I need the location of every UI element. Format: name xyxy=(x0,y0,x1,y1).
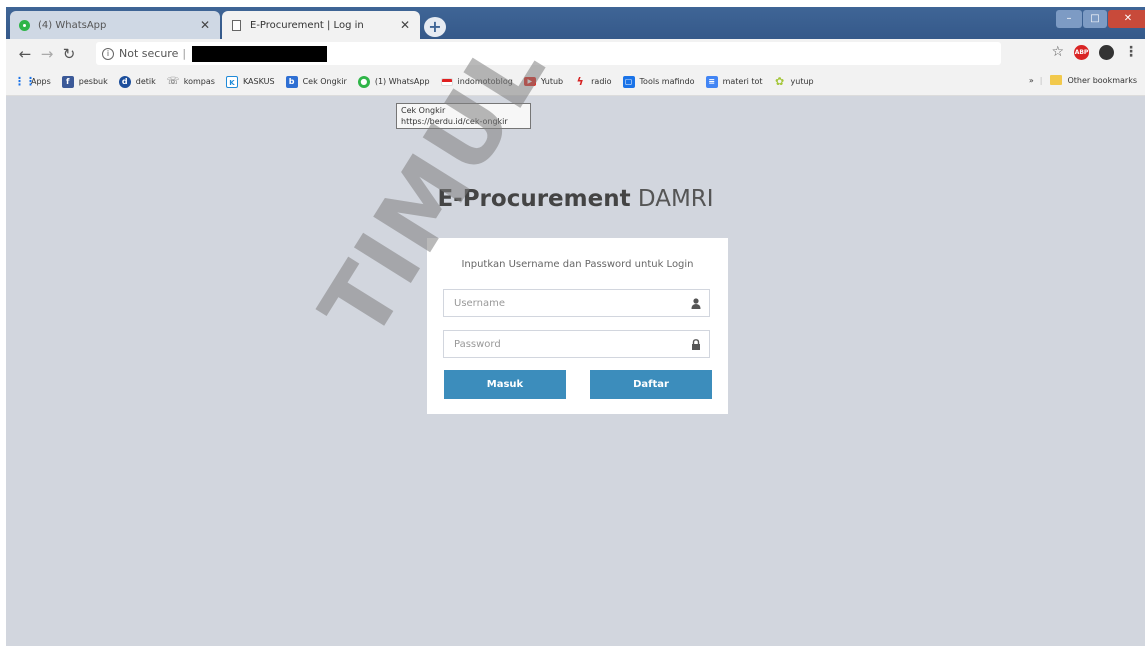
page-content: E-Procurement DAMRI Inputkan Username da… xyxy=(6,96,1145,646)
bookmark-tooltip: Cek Ongkir https://berdu.id/cek-ongkir xyxy=(396,103,531,129)
tab-close-icon[interactable]: ✕ xyxy=(198,18,212,32)
new-tab-button[interactable]: + xyxy=(424,17,446,37)
back-arrow-icon[interactable]: ← xyxy=(14,45,36,63)
address-toolbar: ← → ↻ i Not secure | ☆ ABP ⋮ xyxy=(6,39,1145,68)
adblock-icon[interactable]: ABP xyxy=(1074,44,1089,60)
password-input[interactable] xyxy=(444,331,709,357)
star-bookmark-icon[interactable]: ☆ xyxy=(1051,44,1064,60)
bookmarks-right: » | Other bookmarks xyxy=(1029,75,1137,85)
password-field xyxy=(443,330,710,358)
login-button[interactable]: Masuk xyxy=(444,370,566,399)
youtube-icon: ▶ xyxy=(523,77,536,86)
bookmarks-overflow-button[interactable]: » xyxy=(1029,76,1034,85)
kompas-icon: ☏ xyxy=(166,75,180,87)
username-field xyxy=(443,289,710,317)
user-icon xyxy=(691,298,701,309)
whatsapp-icon xyxy=(18,19,30,31)
login-box: Inputkan Username dan Password untuk Log… xyxy=(427,238,728,414)
tab-title: (4) WhatsApp xyxy=(38,19,107,31)
kaskus-icon: K xyxy=(225,75,238,88)
whatsapp-icon: ● xyxy=(357,75,370,88)
forward-arrow-icon[interactable]: → xyxy=(36,45,58,63)
separator: | xyxy=(1039,75,1043,85)
page-icon xyxy=(230,19,242,31)
minimize-button[interactable]: – xyxy=(1056,10,1082,28)
bookmark-kompas[interactable]: ☏ kompas xyxy=(167,76,215,88)
username-input[interactable] xyxy=(444,290,709,316)
bookmark-kaskus[interactable]: K KASKUS xyxy=(225,75,275,88)
extension-icon[interactable] xyxy=(1099,44,1114,60)
address-bar[interactable]: i Not secure | xyxy=(96,42,1001,65)
apps-grid-icon: ⋮⋮ xyxy=(14,74,36,88)
separator: | xyxy=(182,47,187,60)
radio-icon: ϟ xyxy=(576,74,584,88)
maximize-button[interactable]: □ xyxy=(1083,10,1107,28)
brand-light: DAMRI xyxy=(637,186,714,212)
page-title: E-Procurement DAMRI xyxy=(6,186,1145,212)
bookmark-tools-mafindo[interactable]: ▢ Tools mafindo xyxy=(622,75,695,88)
bookmark-indomotoblog[interactable]: indomotoblog xyxy=(440,77,513,86)
security-label: Not secure xyxy=(119,47,179,60)
bookmark-cek-ongkir[interactable]: b Cek Ongkir xyxy=(285,75,347,88)
bookmark-pesbuk[interactable]: f pesbuk xyxy=(61,75,108,88)
toolbar-right-icons: ☆ ABP ⋮ xyxy=(1051,44,1138,60)
menu-dots-icon[interactable]: ⋮ xyxy=(1124,44,1138,60)
brand-bold: E-Procurement xyxy=(437,186,631,212)
reload-icon[interactable]: ↻ xyxy=(58,45,80,63)
login-message: Inputkan Username dan Password untuk Log… xyxy=(461,259,694,270)
url-redacted[interactable] xyxy=(192,45,328,62)
folder-icon xyxy=(1050,75,1063,85)
doc-icon: ≡ xyxy=(705,75,718,88)
tools-icon: ▢ xyxy=(622,75,635,88)
bookmark-whatsapp[interactable]: ● (1) WhatsApp xyxy=(357,75,430,88)
register-button[interactable]: Daftar xyxy=(590,370,712,399)
detik-icon: d xyxy=(118,75,131,88)
flag-icon xyxy=(440,77,453,86)
bookmark-yutup[interactable]: ✿ yutup xyxy=(774,74,814,88)
browser-tab-strip: (4) WhatsApp ✕ E-Procurement | Log in ✕ … xyxy=(6,7,1145,39)
bookmark-materi-tot[interactable]: ≡ materi tot xyxy=(705,75,763,88)
tab-close-icon[interactable]: ✕ xyxy=(398,18,412,32)
close-window-button[interactable]: ✕ xyxy=(1108,10,1145,28)
tab-e-procurement[interactable]: E-Procurement | Log in ✕ xyxy=(222,11,420,39)
bookmarks-bar: ⋮⋮ Apps f pesbuk d detik ☏ kompas K KASK… xyxy=(6,68,1145,96)
tab-whatsapp[interactable]: (4) WhatsApp ✕ xyxy=(10,11,220,39)
bookmark-apps[interactable]: ⋮⋮ Apps xyxy=(14,74,51,88)
facebook-icon: f xyxy=(61,75,74,88)
bookmark-yutub[interactable]: ▶ Yutub xyxy=(523,77,563,86)
bookmark-detik[interactable]: d detik xyxy=(118,75,156,88)
tab-title: E-Procurement | Log in xyxy=(250,19,364,31)
bookmark-radio[interactable]: ϟ radio xyxy=(574,74,612,88)
android-icon: ✿ xyxy=(774,74,785,88)
berdu-icon: b xyxy=(285,75,298,88)
info-icon[interactable]: i xyxy=(102,47,114,60)
other-bookmarks-button[interactable]: Other bookmarks xyxy=(1067,76,1137,85)
lock-icon xyxy=(692,339,700,350)
